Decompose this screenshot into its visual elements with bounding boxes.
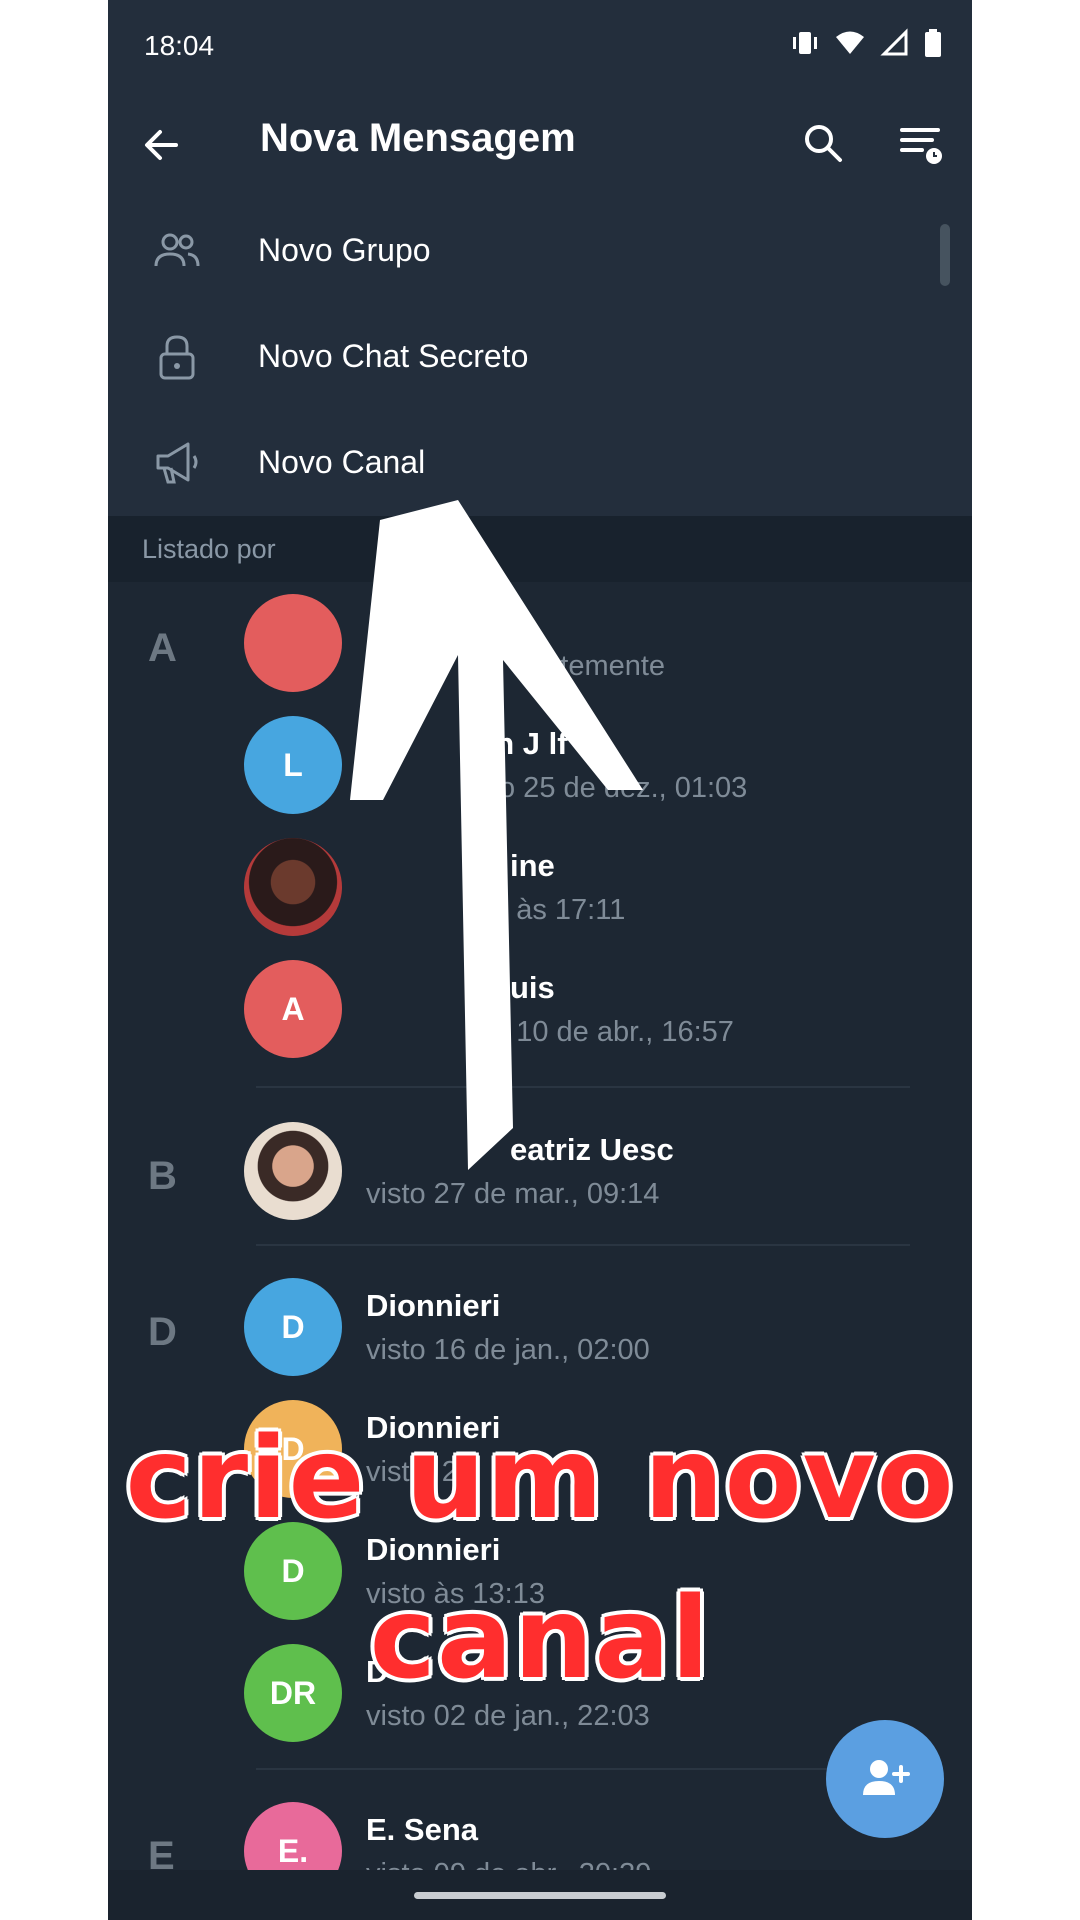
- contact-status: visto 27 de mar., 09:14: [366, 1178, 660, 1210]
- home-handle[interactable]: [414, 1892, 666, 1899]
- avatar: [244, 594, 342, 692]
- status-time: 18:04: [144, 30, 215, 61]
- avatar: L: [244, 716, 342, 814]
- avatar: [244, 1122, 342, 1220]
- add-person-icon: [863, 1760, 910, 1795]
- contact-status: to às 17:11: [484, 894, 626, 926]
- avatar: A: [244, 960, 342, 1058]
- menu-item-label: Novo Chat Secreto: [258, 338, 529, 374]
- contact-name: uis: [510, 970, 555, 1005]
- menu-item-label: Novo Grupo: [258, 232, 431, 268]
- avatar: [244, 838, 342, 936]
- contact-row[interactable]: eatriz Uesc visto 27 de mar., 09:14: [108, 1110, 972, 1232]
- contact-row[interactable]: L an J lf isto 25 de dez., 01:03: [108, 704, 972, 826]
- status-bar: 18:04: [108, 0, 972, 92]
- vibrate-icon: [793, 32, 817, 54]
- battery-icon: [925, 29, 941, 57]
- lock-icon: [159, 335, 195, 380]
- section-header-label: Listado por: [142, 534, 276, 564]
- signal-icon: [880, 28, 908, 56]
- contact-name: Dionnieri: [366, 1288, 501, 1323]
- sort-section-header: Listado por: [108, 516, 972, 582]
- megaphone-icon: [156, 442, 198, 484]
- sort-clock-icon[interactable]: [896, 118, 946, 168]
- contact-status: visto 02 de jan., 22:03: [366, 1700, 650, 1732]
- overlay-caption-line2: canal: [369, 1574, 711, 1704]
- divider: [256, 1086, 910, 1088]
- overlay-caption-line1: crie um novo: [125, 1414, 955, 1544]
- wifi-icon: [836, 31, 864, 54]
- contact-name: le: [508, 604, 534, 639]
- menu-item-new-channel[interactable]: Novo Canal: [108, 410, 972, 516]
- contact-row[interactable]: A uis to 10 de abr., 16:57: [108, 948, 972, 1070]
- scrollbar[interactable]: [940, 224, 950, 286]
- add-contact-button[interactable]: [826, 1720, 944, 1838]
- page-title: Nova Mensagem: [260, 116, 576, 160]
- menu-item-label: Novo Canal: [258, 444, 426, 480]
- contact-name: E. Sena: [366, 1812, 478, 1847]
- contact-status: entemente: [528, 650, 666, 682]
- status-icons: [790, 28, 942, 58]
- contact-name: ine: [510, 848, 555, 883]
- contact-name: an J lf: [478, 726, 568, 761]
- navigation-bar: [108, 1870, 972, 1920]
- menu-item-new-group[interactable]: Novo Grupo: [108, 198, 972, 304]
- new-message-menu: Novo Grupo Novo Chat Secreto Novo Canal: [108, 198, 972, 516]
- phone-screen: 18:04 Nova Mensagem Novo Grupo Novo Chat…: [108, 0, 972, 1920]
- avatar: D: [244, 1278, 342, 1376]
- group-icon: [154, 233, 200, 267]
- contact-status: isto 25 de dez., 01:03: [470, 772, 748, 804]
- search-icon[interactable]: [798, 118, 848, 168]
- back-arrow-icon[interactable]: [136, 120, 186, 170]
- contact-row[interactable]: ine to às 17:11: [108, 826, 972, 948]
- menu-item-new-secret-chat[interactable]: Novo Chat Secreto: [108, 304, 972, 410]
- contact-row[interactable]: le entemente: [108, 582, 972, 704]
- contact-row[interactable]: D Dionnieri visto 16 de jan., 02:00: [108, 1266, 972, 1388]
- contact-status: visto 16 de jan., 02:00: [366, 1334, 650, 1366]
- app-header: Nova Mensagem: [108, 92, 972, 198]
- contact-name: eatriz Uesc: [510, 1132, 674, 1167]
- divider: [256, 1768, 910, 1770]
- contact-status: to 10 de abr., 16:57: [484, 1016, 734, 1048]
- divider: [256, 1244, 910, 1246]
